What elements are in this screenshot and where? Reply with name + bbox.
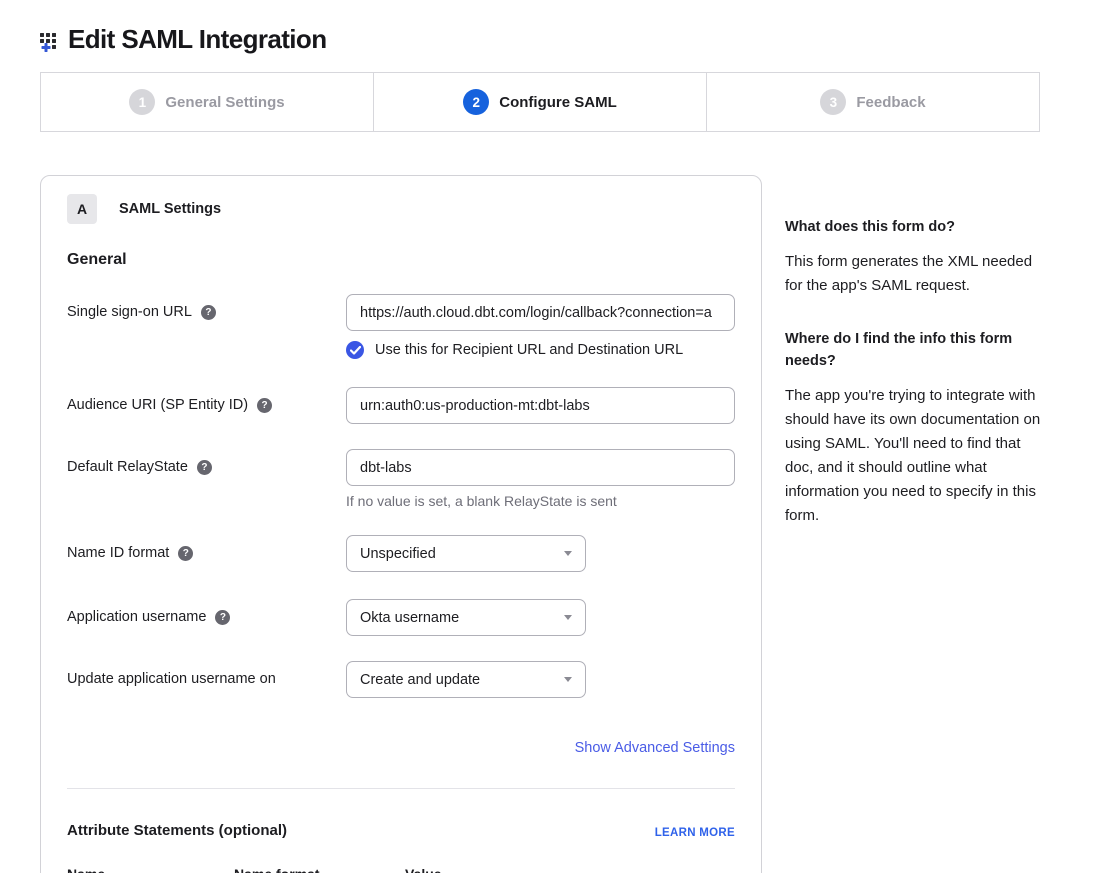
name-id-format-label: Name ID format bbox=[67, 545, 169, 561]
help-heading-what: What does this form do? bbox=[785, 216, 1047, 238]
show-advanced-settings-link[interactable]: Show Advanced Settings bbox=[575, 740, 735, 756]
update-username-select[interactable]: Create and update bbox=[346, 661, 586, 698]
main-content: A SAML Settings General Single sign-on U… bbox=[40, 175, 1118, 873]
relay-state-row: Default RelayState ? bbox=[67, 449, 735, 486]
help-heading-where: Where do I find the info this form needs… bbox=[785, 328, 1047, 372]
sso-url-row: Single sign-on URL ? bbox=[67, 294, 735, 331]
general-section-heading: General bbox=[67, 251, 735, 269]
column-header-name-format: Name format bbox=[234, 866, 405, 873]
step-configure-saml[interactable]: 2 Configure SAML bbox=[374, 73, 707, 131]
recipient-url-checkbox[interactable] bbox=[346, 341, 364, 359]
relay-state-input[interactable] bbox=[346, 449, 735, 486]
chevron-down-icon bbox=[564, 615, 572, 620]
application-username-label-group: Application username ? bbox=[67, 599, 346, 625]
audience-uri-row: Audience URI (SP Entity ID) ? bbox=[67, 387, 735, 424]
page-header: Edit SAML Integration bbox=[0, 0, 1118, 55]
step-3-number: 3 bbox=[820, 89, 846, 115]
advanced-settings-row: Show Advanced Settings bbox=[67, 739, 735, 757]
application-username-label: Application username bbox=[67, 609, 206, 625]
name-id-format-row: Name ID format ? Unspecified bbox=[67, 535, 735, 572]
application-username-select[interactable]: Okta username bbox=[346, 599, 586, 636]
chevron-down-icon bbox=[564, 677, 572, 682]
relay-state-helper-text: If no value is set, a blank RelayState i… bbox=[346, 493, 735, 509]
step-2-number: 2 bbox=[463, 89, 489, 115]
step-3-label: Feedback bbox=[856, 94, 925, 111]
step-1-number: 1 bbox=[129, 89, 155, 115]
column-header-value: Value bbox=[405, 866, 735, 873]
help-body-where: The app you're trying to integrate with … bbox=[785, 384, 1047, 528]
saml-settings-card: A SAML Settings General Single sign-on U… bbox=[40, 175, 762, 873]
update-username-label-group: Update application username on bbox=[67, 661, 346, 687]
help-icon[interactable]: ? bbox=[197, 460, 212, 475]
card-title: SAML Settings bbox=[119, 201, 221, 217]
relay-state-label: Default RelayState bbox=[67, 459, 188, 475]
chevron-down-icon bbox=[564, 551, 572, 556]
recipient-url-checkbox-label: Use this for Recipient URL and Destinati… bbox=[375, 342, 683, 358]
help-body-what: This form generates the XML needed for t… bbox=[785, 250, 1047, 298]
name-id-format-label-group: Name ID format ? bbox=[67, 535, 346, 561]
sso-url-input[interactable] bbox=[346, 294, 735, 331]
update-username-value: Create and update bbox=[360, 672, 480, 688]
help-icon[interactable]: ? bbox=[178, 546, 193, 561]
column-header-name: Name bbox=[67, 866, 234, 873]
step-general-settings[interactable]: 1 General Settings bbox=[41, 73, 374, 131]
attribute-statements-column-headers: Name Name format Value bbox=[67, 866, 735, 873]
name-id-format-value: Unspecified bbox=[360, 546, 436, 562]
audience-uri-label: Audience URI (SP Entity ID) bbox=[67, 397, 248, 413]
update-username-row: Update application username on Create an… bbox=[67, 661, 735, 698]
step-feedback[interactable]: 3 Feedback bbox=[707, 73, 1039, 131]
help-icon[interactable]: ? bbox=[257, 398, 272, 413]
application-username-value: Okta username bbox=[360, 610, 459, 626]
page-title: Edit SAML Integration bbox=[68, 24, 326, 55]
sso-url-label: Single sign-on URL bbox=[67, 304, 192, 320]
update-username-label: Update application username on bbox=[67, 671, 276, 687]
audience-uri-label-group: Audience URI (SP Entity ID) ? bbox=[67, 387, 346, 413]
learn-more-link[interactable]: LEARN MORE bbox=[655, 827, 735, 839]
section-a-badge: A bbox=[67, 194, 97, 224]
recipient-url-checkbox-row: Use this for Recipient URL and Destinati… bbox=[346, 341, 735, 359]
step-1-label: General Settings bbox=[165, 94, 284, 111]
grid-plus-icon bbox=[38, 26, 65, 53]
wizard-steps: 1 General Settings 2 Configure SAML 3 Fe… bbox=[40, 72, 1040, 132]
application-username-row: Application username ? Okta username bbox=[67, 599, 735, 636]
help-panel: What does this form do? This form genera… bbox=[785, 175, 1047, 558]
step-2-label: Configure SAML bbox=[499, 94, 617, 111]
section-divider bbox=[67, 788, 735, 789]
edit-saml-integration-page: Edit SAML Integration 1 General Settings… bbox=[0, 0, 1118, 873]
name-id-format-select[interactable]: Unspecified bbox=[346, 535, 586, 572]
audience-uri-input[interactable] bbox=[346, 387, 735, 424]
sso-url-label-group: Single sign-on URL ? bbox=[67, 294, 346, 320]
help-icon[interactable]: ? bbox=[201, 305, 216, 320]
attribute-statements-title: Attribute Statements (optional) bbox=[67, 822, 287, 839]
help-icon[interactable]: ? bbox=[215, 610, 230, 625]
attribute-statements-header: Attribute Statements (optional) LEARN MO… bbox=[67, 822, 735, 839]
relay-state-label-group: Default RelayState ? bbox=[67, 449, 346, 475]
card-header: A SAML Settings bbox=[67, 194, 735, 224]
